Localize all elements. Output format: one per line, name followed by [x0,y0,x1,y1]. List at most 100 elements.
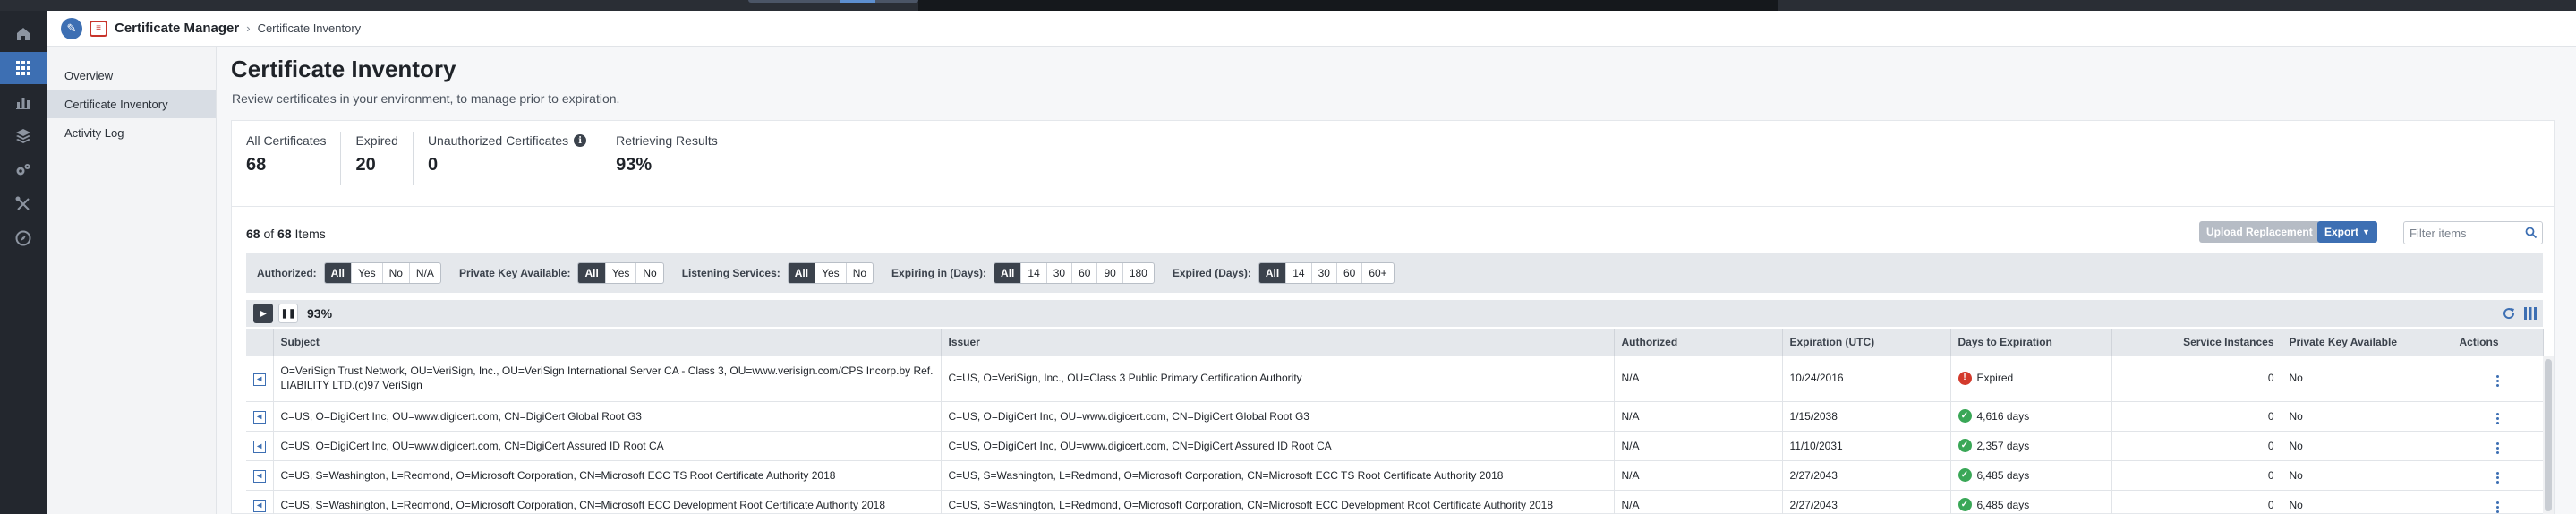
table-row[interactable]: ◂ O=VeriSign Trust Network, OU=VeriSign,… [246,356,2544,402]
row-actions-menu-icon[interactable] [2488,468,2506,486]
filter-option-no[interactable]: No [636,263,662,283]
expand-row-icon[interactable]: ◂ [252,373,266,386]
export-button[interactable]: Export ▼ [2317,221,2377,243]
filter-option-90[interactable]: 90 [1097,263,1123,283]
row-expand-cell[interactable]: ◂ [246,460,274,491]
filter-option-all[interactable]: All [994,263,1022,283]
filter-label: Expiring in (Days): [891,267,987,279]
subnav-item-activity-log[interactable]: Activity Log [47,118,216,147]
table-row[interactable]: ◂ C=US, O=DigiCert Inc, OU=www.digicert.… [246,401,2544,432]
apps-grid-icon[interactable] [0,52,47,84]
expand-row-icon[interactable]: ◂ [252,441,266,453]
filter-option-yes[interactable]: Yes [606,263,637,283]
cell-private-key: No [2282,460,2452,491]
stat-value: 20 [355,155,376,175]
gears-icon[interactable] [0,154,47,186]
filter-option-60[interactable]: 60 [1337,263,1363,283]
columns-icon[interactable] [2523,306,2538,321]
caret-down-icon: ▼ [2362,227,2370,236]
filter-option-no[interactable]: No [383,263,410,283]
segmented-control: All Yes No [787,262,874,284]
filter-option-60-plus[interactable]: 60+ [1362,263,1393,283]
filter-option-180[interactable]: 180 [1123,263,1154,283]
row-actions-menu-icon[interactable] [2488,439,2506,457]
filter-option-all[interactable]: All [324,263,352,283]
table-row[interactable]: ◂ C=US, S=Washington, L=Redmond, O=Micro… [246,460,2544,491]
breadcrumb-app[interactable]: Certificate Manager [115,21,239,36]
home-icon[interactable] [0,18,47,50]
column-header-days-to-expiration[interactable]: Days to Expiration [1950,329,2112,356]
filter-option-no[interactable]: No [847,263,873,283]
table-row[interactable]: ◂ C=US, S=Washington, L=Redmond, O=Micro… [246,490,2544,514]
top-tab-active-indicator [840,0,875,3]
expand-row-icon[interactable]: ◂ [252,470,266,483]
filter-option-na[interactable]: N/A [410,263,440,283]
filter-expiring-in: Expiring in (Days): All 14 30 60 90 180 [891,262,1155,284]
segmented-control: All 14 30 60 90 180 [994,262,1155,284]
upload-replacement-button[interactable]: Upload Replacement [2199,221,2320,243]
filter-option-all[interactable]: All [788,263,816,283]
expired-alert-icon: ! [1958,371,1972,385]
filter-option-14[interactable]: 14 [1286,263,1312,283]
column-header-authorized[interactable]: Authorized [1614,329,1783,356]
secondary-nav: Overview Certificate Inventory Activity … [47,47,217,514]
scrollbar-thumb[interactable] [2545,359,2552,511]
column-header-actions: Actions [2452,329,2544,356]
column-header-issuer[interactable]: Issuer [941,329,1615,356]
cell-service-instances: 0 [2111,431,2282,461]
days-label: 6,485 days [1976,468,2030,482]
column-header-subject[interactable]: Subject [273,329,942,356]
stat-all-certificates: All Certificates 68 [232,132,342,185]
row-expand-cell[interactable]: ◂ [246,431,274,461]
row-actions-menu-icon[interactable] [2488,498,2506,514]
info-icon[interactable]: i [574,134,587,147]
cell-actions [2452,401,2544,432]
column-header-expiration[interactable]: Expiration (UTC) [1782,329,1951,356]
filter-option-30[interactable]: 30 [1312,263,1337,283]
expand-row-icon[interactable]: ◂ [252,500,266,512]
filter-input[interactable]: Filter items [2403,221,2543,244]
filter-option-yes[interactable]: Yes [815,263,847,283]
row-expand-cell[interactable]: ◂ [246,490,274,514]
filter-option-all[interactable]: All [1258,263,1287,283]
compass-icon[interactable] [0,222,47,254]
row-expand-cell[interactable]: ◂ [246,356,274,402]
refresh-icon[interactable] [2502,306,2516,321]
layers-icon[interactable] [0,120,47,152]
stat-label-text: Unauthorized Certificates [427,133,569,148]
cell-days-to-expiration: ! Expired [1950,356,2112,402]
search-icon[interactable] [2525,227,2538,239]
table-row[interactable]: ◂ C=US, O=DigiCert Inc, OU=www.digicert.… [246,431,2544,461]
subnav-item-overview[interactable]: Overview [47,61,216,90]
days-label: 6,485 days [1976,498,2030,511]
stat-label: Retrieving Results [616,133,718,148]
filter-label: Expired (Days): [1172,267,1251,279]
filter-option-yes[interactable]: Yes [352,263,383,283]
play-icon[interactable]: ▶ [253,304,273,323]
stat-label: Expired [355,133,398,148]
cell-days-to-expiration: ✓ 6,485 days [1950,490,2112,514]
row-actions-menu-icon[interactable] [2488,409,2506,427]
page-subtitle: Review certificates in your environment,… [232,91,620,106]
expand-row-icon[interactable]: ◂ [252,411,266,424]
table-scrollbar[interactable] [2543,356,2554,514]
filter-option-all[interactable]: All [578,263,606,283]
tools-icon[interactable] [0,188,47,220]
cell-private-key: No [2282,401,2452,432]
row-actions-menu-icon[interactable] [2488,372,2506,390]
cell-actions [2452,460,2544,491]
cell-authorized: N/A [1614,490,1783,514]
cell-subject: C=US, O=DigiCert Inc, OU=www.digicert.co… [273,431,942,461]
column-header-private-key[interactable]: Private Key Available [2282,329,2452,356]
filter-option-60[interactable]: 60 [1072,263,1098,283]
app-switcher-icon[interactable]: ✎ [61,17,82,39]
subnav-item-certificate-inventory[interactable]: Certificate Inventory [47,90,216,118]
pause-icon[interactable]: ❚❚ [278,304,298,323]
filter-option-30[interactable]: 30 [1047,263,1073,283]
column-header-service-instances[interactable]: Service Instances [2111,329,2282,356]
segmented-control: All Yes No [577,262,664,284]
bar-chart-icon[interactable] [0,86,47,118]
row-expand-cell[interactable]: ◂ [246,401,274,432]
filter-option-14[interactable]: 14 [1021,263,1047,283]
cell-authorized: N/A [1614,460,1783,491]
